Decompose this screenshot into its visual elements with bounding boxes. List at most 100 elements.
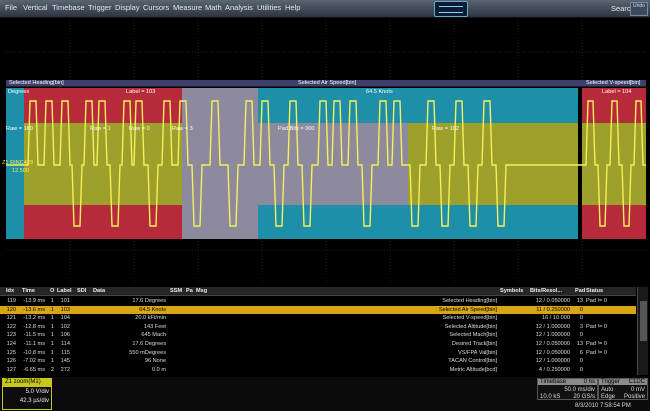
cell-msg: Metric Altitude[bcd] [449, 366, 497, 373]
col-pa[interactable]: Pa [186, 288, 193, 294]
scope-logo-icon[interactable] [434, 1, 468, 17]
menu-cursors[interactable]: Cursors [143, 3, 169, 12]
cell-pad: 13 [576, 341, 583, 347]
col-ssm[interactable]: SSM [170, 288, 182, 294]
table-row[interactable]: 127 -6.65 ms 2 272 0.0 m Metric Altitude[bcd]… [0, 366, 636, 375]
decode-cell-degrees: Degrees [8, 89, 30, 95]
timebase-offset: 0 ns [583, 379, 595, 385]
table-row[interactable]: 120 -13.6 ms 1 103 64.5 Knots Selected Air Sp… [0, 305, 636, 315]
table-row[interactable]: 123 -11.5 ms 1 106 645 Mach Selected Mach[bin… [0, 331, 636, 340]
menu-vertical[interactable]: Vertical [23, 3, 48, 12]
col-symbols[interactable]: Symbols [500, 288, 523, 294]
col-sdi[interactable]: SDI [77, 288, 86, 294]
menu-utilities[interactable]: Utilities [257, 3, 281, 12]
cell-msg: Selected Heading[bin] [442, 298, 497, 304]
timebase-box[interactable]: Timebase 0 ns 50.0 ms/div 10.0 kS 20 GS/s [537, 378, 598, 400]
cell-time: -10.8 ms [23, 349, 45, 356]
cell-time: -6.65 ms [23, 366, 45, 373]
trigger-box[interactable]: Trigger C1DC Auto 0 mV Edge Positive [598, 378, 648, 400]
menu-analysis[interactable]: Analysis [225, 3, 253, 12]
table-row[interactable]: 121 -13.2 ms 1 104 20.0 kFt/min Selected V-sp… [0, 314, 636, 323]
cell-msg: Selected Air Speed[bin] [438, 306, 497, 313]
trigger-mode: Auto [601, 387, 614, 393]
cell-status: Pad != 0 [586, 341, 607, 347]
decode-cell-raw0: Raw = 0 [129, 126, 150, 132]
trigger-title-text: Trigger [601, 379, 620, 385]
cell-bits: 12 / 1.000000 [535, 332, 570, 339]
cell-msg: TACAN Control[bin] [448, 358, 497, 365]
decode-block-olive-raw102 [408, 123, 578, 205]
cell-status: Pad != 0 [586, 323, 607, 330]
cell-o: 1 [50, 306, 54, 313]
cell-idx: 121 [6, 315, 16, 322]
cell-idx: 127 [6, 366, 16, 373]
col-status[interactable]: Status [586, 288, 603, 294]
cell-msg: VS/FPA Val[bin] [458, 349, 497, 356]
cell-o: 1 [50, 341, 54, 347]
cell-o: 1 [50, 349, 54, 356]
col-data[interactable]: Data [93, 288, 105, 294]
menu-display[interactable]: Display [115, 3, 140, 12]
col-o[interactable]: O [50, 288, 54, 294]
trigger-type: Edge [601, 394, 616, 400]
cell-label: 103 [60, 306, 70, 313]
cell-data: 550 mDegrees [129, 349, 166, 356]
cell-data: 96 None [144, 358, 166, 365]
cell-o: 1 [50, 298, 54, 304]
cell-idx: 119 [7, 298, 16, 304]
col-pad[interactable]: Pad [575, 288, 585, 294]
table-row[interactable]: 122 -12.8 ms 1 102 143 Feet Selected Altitude… [0, 323, 636, 332]
channel-descriptor-box[interactable]: Z1 zoom(M1) 5.0 V/div 42.3 µs/div [2, 378, 52, 410]
cell-msg: Selected Mach[bin] [449, 332, 497, 339]
cell-data: 17.6 Degrees [132, 298, 166, 304]
decode-cell-raw160: Raw = 160 [6, 126, 33, 132]
channel-name: Z1 [5, 379, 13, 385]
decode-label-airspeed[interactable]: Selected Air Speed[bin] [298, 80, 356, 86]
menu-bar: File Vertical Timebase Trigger Display C… [0, 0, 650, 18]
menu-file[interactable]: File [5, 3, 17, 12]
cell-bits: 12 / 1.000000 [535, 358, 570, 365]
table-row[interactable]: 125 -10.8 ms 1 115 550 mDegrees VS/FPA Val[bi… [0, 349, 636, 358]
cell-data: 20.0 kFt/min [135, 315, 166, 322]
menu-measure[interactable]: Measure [173, 3, 202, 12]
waveform-display[interactable]: Selected Heading[bin] Selected Air Speed… [2, 19, 646, 284]
waveform-grid [6, 19, 646, 284]
decode-label-vspeed[interactable]: Selected V-speed[bin] [586, 80, 640, 86]
col-idx[interactable]: Idx [6, 288, 14, 294]
cell-label: 145 [60, 358, 70, 365]
table-row[interactable]: 126 -7.02 ms 1 145 96 None TACAN Control[bin]… [0, 357, 636, 366]
timebase-tdiv: 50.0 ms/div [564, 387, 595, 393]
table-scrollbar[interactable] [637, 287, 648, 375]
date-time: 8/3/2010 7:58:54 PM [575, 403, 631, 409]
channel-marker[interactable]: Z1 RINC429 [2, 160, 33, 166]
menu-help[interactable]: Help [285, 3, 300, 12]
decode-cell-raw3: Raw = 3 [172, 126, 193, 132]
timebase-title: Timebase 0 ns [538, 379, 597, 385]
decode-block-blue-top [258, 88, 578, 123]
decode-table[interactable]: Idx Time O Label SDI Data SSM Pa Msg Sym… [0, 287, 650, 377]
col-bits[interactable]: Bits/Resol... [530, 288, 562, 294]
col-label[interactable]: Label [57, 288, 72, 294]
cell-bits: 11 / 0.250000 [536, 306, 570, 313]
channel-vdiv: 5.0 V/div [25, 389, 49, 395]
menu-math[interactable]: Math [205, 3, 222, 12]
decode-block-red-bottom-right [582, 205, 646, 239]
cell-bits: 12 / 0.050000 [535, 341, 570, 347]
cell-o: 1 [50, 323, 54, 330]
menu-timebase[interactable]: Timebase [52, 3, 85, 12]
scrollbar-thumb[interactable] [640, 301, 647, 341]
decode-label-heading[interactable]: Selected Heading[bin] [9, 80, 64, 86]
cell-bits: 12 / 1.000000 [535, 323, 570, 330]
col-msg[interactable]: Msg [196, 288, 207, 294]
table-row[interactable]: 119 -13.9 ms 1 101 17.6 Degrees Selected Head… [0, 297, 636, 306]
table-row[interactable]: 124 -11.1 ms 1 114 17.6 Degrees Desired Track… [0, 340, 636, 349]
cell-label: 115 [61, 349, 70, 356]
decode-block-red-top [24, 88, 182, 123]
cell-o: 2 [50, 366, 54, 373]
cell-pad: 0 [579, 358, 583, 365]
decode-cell-label103: Label = 103 [126, 89, 156, 95]
menu-trigger[interactable]: Trigger [88, 3, 111, 12]
timebase-samples: 10.0 kS [540, 394, 561, 400]
col-time[interactable]: Time [22, 288, 35, 294]
undo-button[interactable]: Undo [630, 2, 648, 16]
